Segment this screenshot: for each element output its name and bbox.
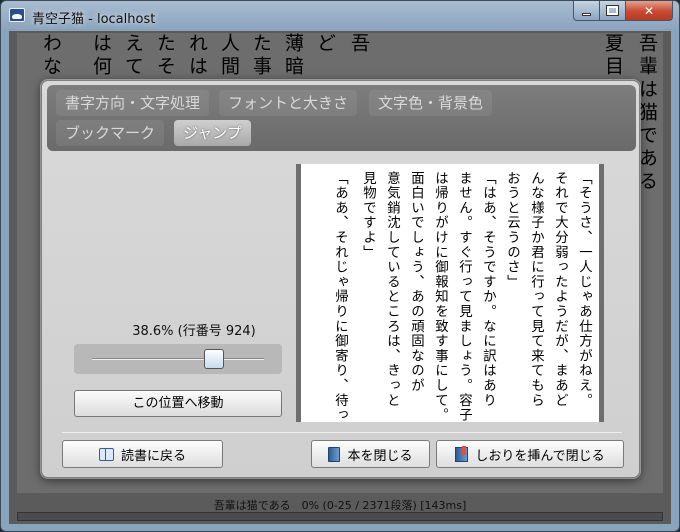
divider [62,432,622,433]
move-to-position-button[interactable]: この位置へ移動 [74,390,282,417]
back-to-reading-button[interactable]: 読書に戻る [62,440,223,468]
app-window: 青空子猫 - localhost ✕ 吾輩は猫である 夏目漱石 吾 ど 薄暗 た… [0,0,680,532]
preview-line: んな様子か君に行って見て来てもら [528,171,543,408]
tab-bar: 書字方向・文字処理 フォントと大きさ 文字色・背景色 ブックマーク ジャンプ [47,85,636,151]
status-bar: 吾輩は猫である 0% (0-25 / 2371段落) [143ms] [213,499,467,512]
bookmark-and-close-button[interactable]: しおりを挿んで閉じる [436,440,624,468]
minimize-icon [582,12,591,16]
position-slider[interactable] [74,344,282,374]
tab-bookmarks[interactable]: ブックマーク [56,120,165,146]
close-icon: ✕ [643,3,655,18]
close-book-button[interactable]: 本を閉じる [311,440,430,468]
bookmark-and-close-label: しおりを挿んで閉じる [475,448,605,464]
preview-line: おうと云うのさ」 [504,171,519,290]
preview-line: 意気銷沈しているところは、きっと [384,171,399,408]
preview-line: ません。すぐ行って見ましょう。容子 [456,171,471,422]
tab-writing-direction[interactable]: 書字方向・文字処理 [56,90,210,116]
close-window-button[interactable]: ✕ [626,1,673,21]
window-controls: ✕ [573,1,673,21]
preview-line: 「そうさ、一人じゃあ仕方がねえ。 [576,171,591,408]
reader-text-column: 人間 [218,33,240,79]
reader-text-column: 吾 [348,33,370,56]
settings-dialog: 書字方向・文字処理 フォントと大きさ 文字色・背景色 ブックマーク ジャンプ 3… [41,80,640,478]
tab-colors[interactable]: 文字色・背景色 [369,90,493,116]
app-cat-icon [9,8,25,22]
closed-book-icon [328,446,341,462]
bookmark-icon [455,445,469,462]
text-preview: 「そうさ、一人じゃあ仕方がねえ。 それで大分弱ったようだが、まあど んな様子か君… [296,164,604,422]
preview-line: 面白いでしょう、あの頑固なのが [408,171,423,393]
preview-line: は帰りがけに御報知を致す事にして。 [432,171,447,422]
reader-text-column: わな [40,33,62,79]
minimize-button[interactable] [573,1,600,21]
slider-thumb[interactable] [204,349,224,369]
tab-jump[interactable]: ジャンプ [174,120,251,146]
reader-text-column: えて [122,33,144,79]
reader-text-column: たそ [154,33,176,79]
title-bar[interactable]: 青空子猫 - localhost ✕ [1,1,679,31]
preview-line: それで大分弱ったようだが、まあど [552,171,567,408]
window-title: 青空子猫 - localhost [32,12,156,27]
maximize-icon [606,5,619,16]
reader-text-column: れは [186,33,208,79]
preview-line: 「はあ、そうですか。なに訳はあり [480,171,495,408]
slider-track[interactable] [92,358,264,360]
reader-text-column: ど [314,33,336,56]
preview-line: 見物ですよ」 [360,171,375,260]
maximize-button[interactable] [600,1,626,21]
horizontal-scrollbar[interactable] [17,512,663,521]
reader-text-column: 薄暗 [282,33,304,79]
position-label: 38.6% (行番号 924) [132,324,256,339]
back-to-reading-label: 読書に戻る [120,448,186,464]
reader-text-column: は何 [90,33,112,79]
preview-line: 「ああ、それじゃ帰りに御寄り、待っ [332,171,347,422]
close-book-label: 本を閉じる [347,448,413,464]
reader-text-column: た事 [250,33,272,79]
tab-font-size[interactable]: フォントと大きさ [219,90,358,116]
open-book-icon [98,448,114,461]
